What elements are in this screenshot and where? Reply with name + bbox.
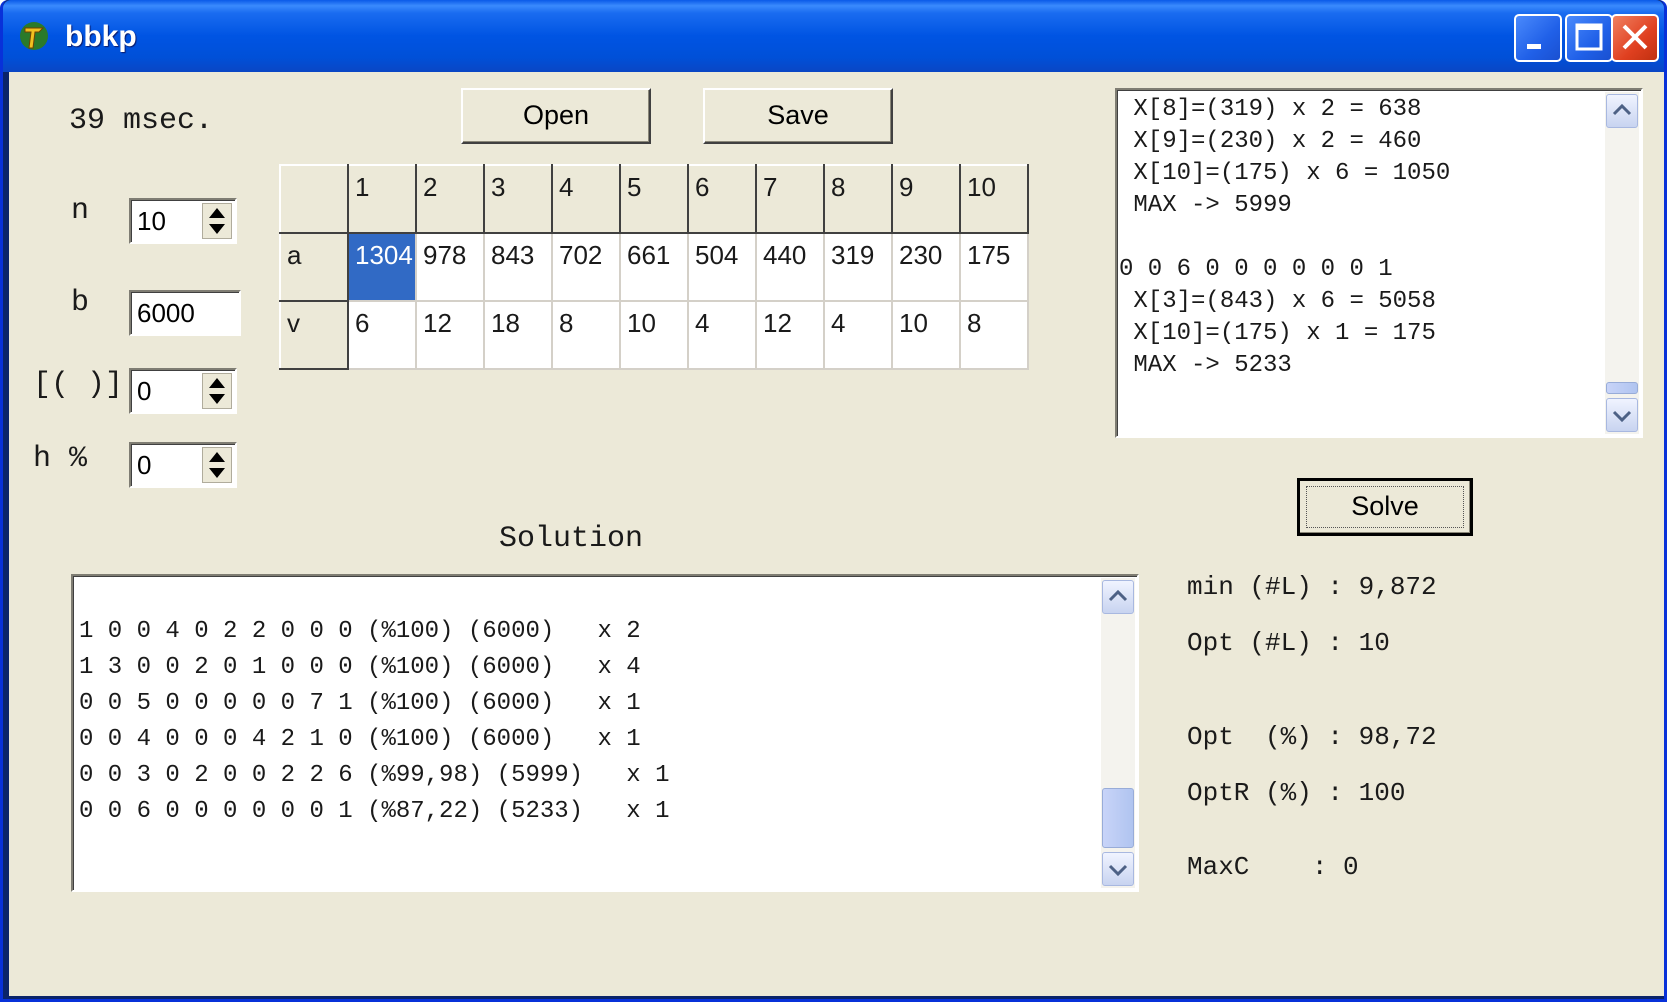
grid-col-header: 5 (619, 164, 689, 234)
grid-cell[interactable]: 175 (960, 233, 1029, 302)
solution-line: 0 0 5 0 0 0 0 0 7 1 (%100) (6000) x 1 (79, 690, 641, 717)
grid-corner (279, 164, 349, 234)
n-label: n (71, 194, 90, 228)
grid-cell[interactable]: 661 (620, 233, 689, 302)
b-value: 6000 (137, 298, 195, 328)
h-value: 0 (137, 450, 152, 480)
log-line: MAX -> 5233 (1119, 352, 1292, 379)
grid-col-header: 8 (823, 164, 893, 234)
grid-cell[interactable]: 6 (348, 301, 417, 370)
timing-label: 39 msec. (69, 104, 214, 138)
grid-cell[interactable]: 978 (416, 233, 485, 302)
spin-arrows-icon[interactable] (202, 203, 232, 239)
grid-cell[interactable]: 319 (824, 233, 893, 302)
grid-col-header: 6 (687, 164, 757, 234)
grid-cell[interactable]: 12 (416, 301, 485, 370)
solve-button[interactable]: Solve (1297, 478, 1473, 536)
scroll-down-icon[interactable] (1102, 852, 1134, 886)
log-scrollbar[interactable] (1605, 92, 1639, 434)
grid-cell[interactable]: 4 (824, 301, 893, 370)
client-area: 39 msec. Open Save n 10 b 6000 [( )] 0 h… (9, 72, 1664, 996)
b-field[interactable]: 6000 (129, 290, 241, 336)
h-label: h % (33, 442, 88, 476)
grid-row-header: a (279, 232, 349, 302)
log-memo[interactable]: X[8]=(319) x 2 = 638 X[9]=(230) x 2 = 46… (1115, 88, 1643, 438)
solution-memo[interactable]: 1 0 0 4 0 2 2 0 0 0 (%100) (6000) x 2 1 … (71, 574, 1139, 892)
grid-col-header: 4 (551, 164, 621, 234)
app-icon (20, 22, 48, 50)
b-label: b (71, 286, 90, 320)
grid-col-header: 1 (347, 164, 417, 234)
solution-scrollbar[interactable] (1101, 578, 1135, 888)
solution-line: 0 0 4 0 0 0 4 2 1 0 (%100) (6000) x 1 (79, 726, 641, 753)
grid-col-header: 2 (415, 164, 485, 234)
opt-percent-stat: Opt (%) : 98,72 (1187, 722, 1437, 752)
grid-col-header: 9 (891, 164, 961, 234)
solution-line: 0 0 6 0 0 0 0 0 0 1 (%87,22) (5233) x 1 (79, 798, 670, 825)
log-line: MAX -> 5999 (1119, 192, 1292, 219)
bracket-spinner[interactable]: 0 (129, 368, 237, 414)
grid-col-header: 7 (755, 164, 825, 234)
grid-cell[interactable]: 504 (688, 233, 757, 302)
bracket-label: [( )] (33, 368, 124, 402)
maxc-stat: MaxC : 0 (1187, 852, 1359, 882)
log-scroll-thumb[interactable] (1606, 382, 1638, 394)
h-spinner[interactable]: 0 (129, 442, 237, 488)
grid-col-header: 3 (483, 164, 553, 234)
spin-arrows-icon[interactable] (202, 373, 232, 409)
log-line: X[10]=(175) x 6 = 1050 (1119, 160, 1451, 187)
grid-cell[interactable]: 702 (552, 233, 621, 302)
solution-line: 1 0 0 4 0 2 2 0 0 0 (%100) (6000) x 2 (79, 618, 641, 645)
bracket-value: 0 (137, 376, 152, 406)
log-line: 0 0 6 0 0 0 0 0 0 1 (1119, 256, 1393, 283)
log-line: X[8]=(319) x 2 = 638 (1119, 96, 1422, 123)
focus-rect (1306, 486, 1464, 528)
app-window: bbkp 39 msec. Open Save n 10 b 6000 [( )… (0, 0, 1667, 1002)
maximize-button[interactable] (1565, 14, 1613, 62)
grid-cell[interactable]: 8 (960, 301, 1029, 370)
solution-line: 1 3 0 0 2 0 1 0 0 0 (%100) (6000) x 4 (79, 654, 641, 681)
opt-lines-stat: Opt (#L) : 10 (1187, 628, 1390, 658)
grid-cell[interactable]: 8 (552, 301, 621, 370)
grid-cell[interactable]: 230 (892, 233, 961, 302)
minimize-icon (1527, 44, 1541, 49)
log-line: X[3]=(843) x 6 = 5058 (1119, 288, 1436, 315)
scroll-down-icon[interactable] (1606, 398, 1638, 432)
save-button[interactable]: Save (703, 88, 893, 144)
scroll-up-icon[interactable] (1102, 580, 1134, 614)
item-grid[interactable]: 1 2 3 4 5 6 7 8 9 10 a 1304 978 843 702 (279, 164, 1099, 390)
open-button[interactable]: Open (461, 88, 651, 144)
grid-cell[interactable]: 10 (620, 301, 689, 370)
scroll-up-icon[interactable] (1606, 94, 1638, 128)
grid-cell[interactable]: 10 (892, 301, 961, 370)
n-spinner[interactable]: 10 (129, 198, 237, 244)
grid-cell[interactable]: 4 (688, 301, 757, 370)
close-button[interactable] (1611, 14, 1659, 62)
spin-arrows-icon[interactable] (202, 447, 232, 483)
maximize-icon (1575, 23, 1603, 51)
log-line: X[9]=(230) x 2 = 460 (1119, 128, 1422, 155)
grid-cell[interactable]: 843 (484, 233, 553, 302)
log-line: X[10]=(175) x 1 = 175 (1119, 320, 1436, 347)
grid-cell[interactable]: 440 (756, 233, 825, 302)
window-title: bbkp (65, 20, 137, 53)
grid-col-header: 10 (959, 164, 1029, 234)
solution-scroll-thumb[interactable] (1102, 788, 1134, 848)
title-bar[interactable]: bbkp (3, 0, 1664, 72)
close-icon (1622, 24, 1648, 50)
grid-cell[interactable]: 12 (756, 301, 825, 370)
grid-cell[interactable]: 18 (484, 301, 553, 370)
optr-percent-stat: OptR (%) : 100 (1187, 778, 1406, 808)
grid-cell-selected[interactable]: 1304 (348, 233, 417, 302)
grid-row-header: v (279, 300, 349, 370)
solution-line: 0 0 3 0 2 0 0 2 2 6 (%99,98) (5999) x 1 (79, 762, 670, 789)
minimize-button[interactable] (1514, 14, 1562, 62)
n-value: 10 (137, 206, 166, 236)
min-lines-stat: min (#L) : 9,872 (1187, 572, 1437, 602)
solution-heading: Solution (499, 522, 644, 556)
